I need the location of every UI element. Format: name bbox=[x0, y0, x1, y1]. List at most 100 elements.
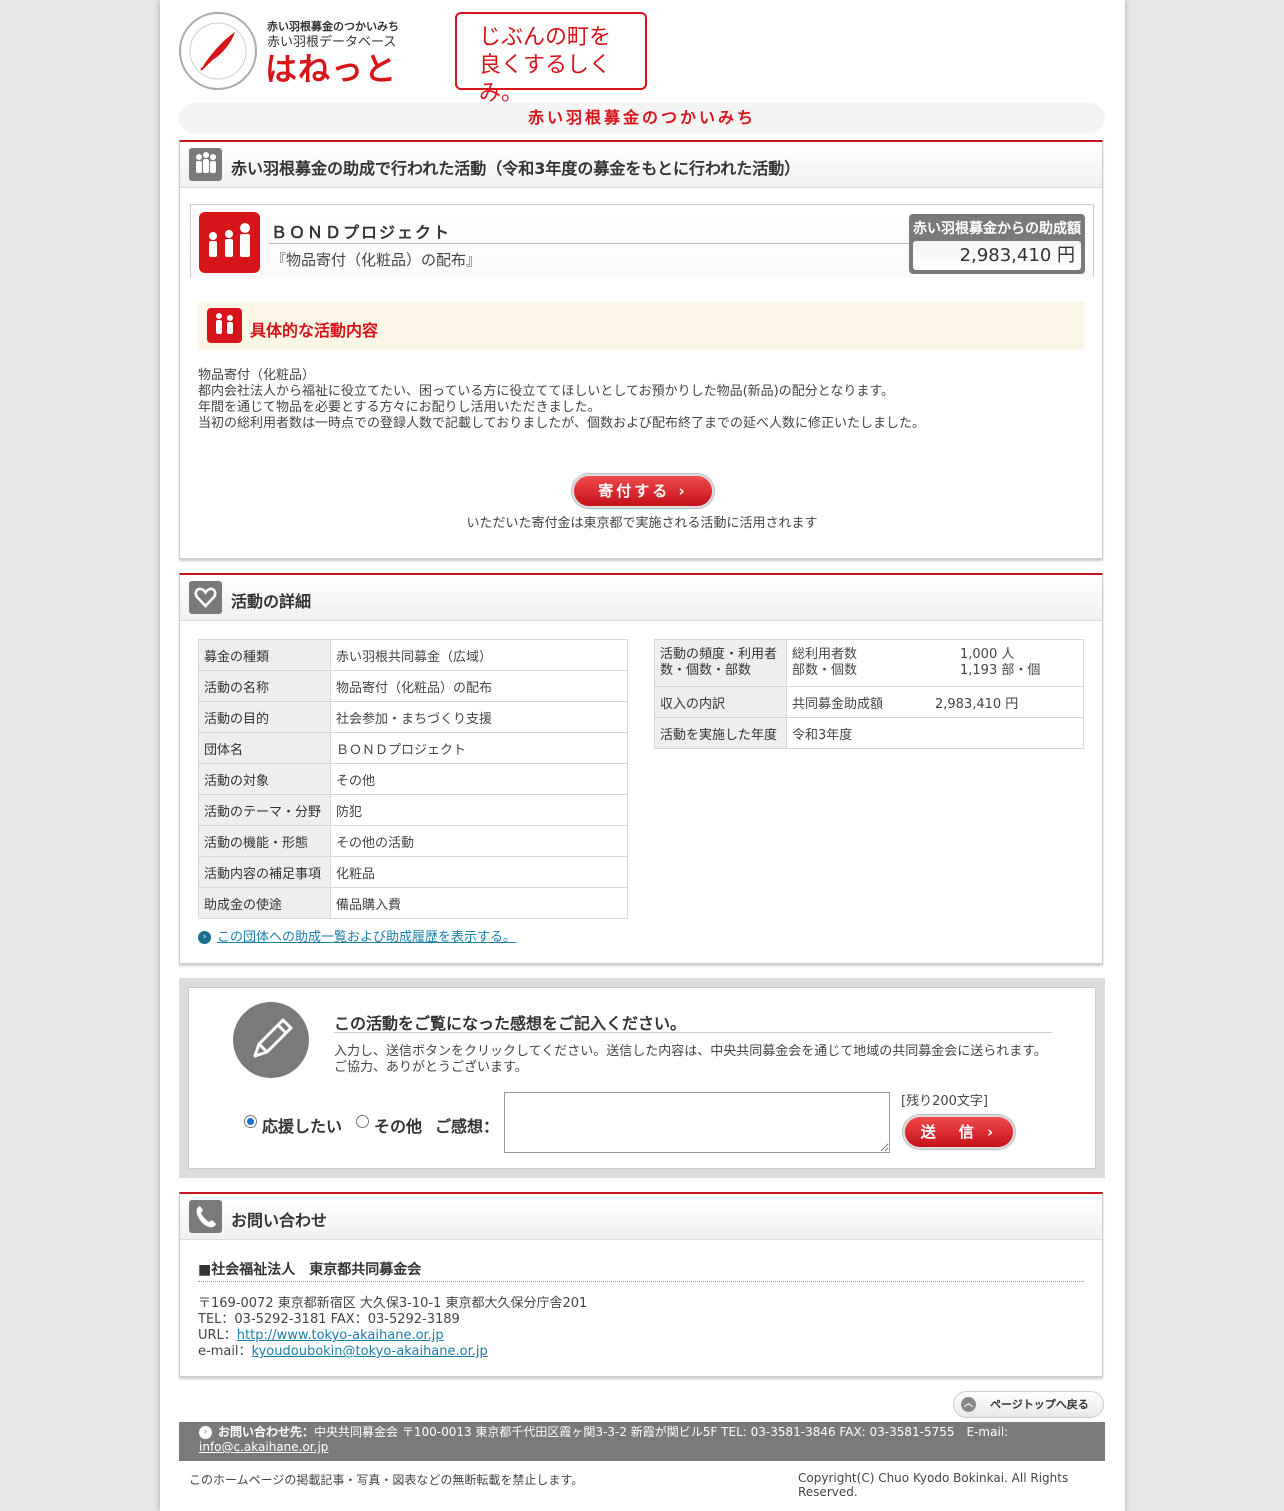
slogan-line-2: 良くするしくみ。 bbox=[479, 53, 612, 106]
footer-contact-label: お問い合わせ先： bbox=[218, 1425, 315, 1439]
chevron-up-icon: ︿ bbox=[961, 1397, 976, 1412]
chevron-right-icon: › bbox=[199, 1426, 212, 1439]
table-row: 団体名 ＢＯＮＤプロジェクト bbox=[198, 732, 628, 764]
row-key: 活動の対象 bbox=[198, 763, 331, 795]
row-value: 赤い羽根共同募金（広域） bbox=[330, 639, 628, 671]
footer-email-link[interactable]: info@c.akaihane.or.jp bbox=[199, 1440, 328, 1454]
feedback-form: この活動をご覧になった感想をご記入ください。 入力し、送信ボタンをクリックしてく… bbox=[188, 987, 1096, 1169]
organization-name: ■社会福祉法人 東京都共同募金会 bbox=[198, 1262, 422, 1278]
row-key: 活動を実施した年度 bbox=[654, 717, 787, 749]
copyright: Copyright(C) Chuo Kyodo Bokinkai. All Ri… bbox=[798, 1471, 1069, 1499]
table-row: 活動の頻度・利用者 数・個数・部数 総利用者数 1,000 人 部数・個数 1,19… bbox=[654, 639, 1084, 687]
table-row: 活動内容の補足事項 化粧品 bbox=[198, 856, 628, 888]
table-row: 活動の対象 その他 bbox=[198, 763, 628, 795]
table-row: 活動の名称 物品寄付（化粧品）の配布 bbox=[198, 670, 628, 702]
send-button[interactable]: 送 信 › bbox=[903, 1115, 1015, 1149]
donate-button-label: 寄付する bbox=[598, 482, 671, 500]
other-radio[interactable] bbox=[356, 1115, 369, 1128]
slogan-banner[interactable]: じぶんの町を 良くするしくみ。 bbox=[455, 12, 647, 106]
history-link[interactable]: この団体への助成一覧および助成履歴を表示する。 bbox=[217, 930, 516, 945]
row-key: 活動の機能・形態 bbox=[198, 825, 331, 857]
row-value: 社会参加・まちづくり支援 bbox=[330, 701, 628, 733]
history-link-row: › この団体への助成一覧および助成履歴を表示する。 bbox=[198, 926, 516, 945]
activity-section-header: 赤い羽根募金の助成で行われた活動（令和3年度の募金をもとに行われた活動） bbox=[180, 142, 1102, 188]
activity-content-title: 具体的な活動内容 bbox=[250, 321, 379, 340]
footer-contact-text: 中央共同募金会 〒100-0013 東京都千代田区霞ヶ関3-3-2 新霞が関ビル… bbox=[314, 1425, 1009, 1439]
income-label: 共同募金助成額 bbox=[792, 696, 884, 712]
donate-button[interactable]: 寄付する › bbox=[572, 474, 714, 508]
feedback-title: この活動をご覧になった感想をご記入ください。 bbox=[334, 1014, 687, 1033]
table-row: 活動の機能・形態 その他の活動 bbox=[198, 825, 628, 857]
users-value: 1,000 人 bbox=[960, 647, 1015, 662]
heart-icon bbox=[189, 581, 222, 614]
row-key: 団体名 bbox=[198, 732, 331, 764]
chevron-right-icon: › bbox=[678, 482, 688, 500]
row-value: その他 bbox=[330, 763, 628, 795]
items-value: 1,193 部・個 bbox=[960, 663, 1041, 678]
activity-stats-table: 活動の頻度・利用者 数・個数・部数 総利用者数 1,000 人 部数・個数 1,19… bbox=[654, 639, 1084, 749]
contact-section-title: お問い合わせ bbox=[231, 1211, 328, 1230]
walking-people-icon bbox=[207, 308, 242, 343]
activity-content-header: 具体的な活動内容 bbox=[198, 302, 1084, 350]
page-top-label: ページトップへ戻る bbox=[990, 1398, 1089, 1411]
details-section-title: 活動の詳細 bbox=[231, 592, 312, 611]
users-label: 総利用者数 bbox=[792, 647, 858, 662]
divider bbox=[198, 1281, 1084, 1282]
phone-icon bbox=[189, 1200, 222, 1233]
activity-section: 赤い羽根募金の助成で行われた活動（令和3年度の募金をもとに行われた活動） ＢＯＮ… bbox=[179, 140, 1103, 559]
table-row: 活動のテーマ・分野 防犯 bbox=[198, 794, 628, 826]
chevron-right-icon: › bbox=[987, 1123, 998, 1141]
divider bbox=[334, 1032, 1052, 1033]
feedback-thanks: ご協力、ありがとうございます。 bbox=[334, 1060, 528, 1075]
copy-notice: このホームページの掲載記事・写真・図表などの無断転載を禁止します。 bbox=[189, 1473, 584, 1487]
activity-description-line: 当初の総利用者数は一時点での登録人数で記載しておりましたが、個数および配布終了ま… bbox=[198, 416, 925, 431]
project-activity-name: 『物品寄付（化粧品）の配布』 bbox=[271, 251, 482, 269]
row-value: ＢＯＮＤプロジェクト bbox=[330, 732, 628, 764]
contact-section-header: お問い合わせ bbox=[180, 1194, 1102, 1240]
email-link[interactable]: kyoudoubokin@tokyo-akaihane.or.jp bbox=[252, 1344, 488, 1359]
contact-section: お問い合わせ ■社会福祉法人 東京都共同募金会 〒169-0072 東京都新宿区… bbox=[179, 1192, 1103, 1377]
items-label: 部数・個数 bbox=[792, 663, 858, 678]
row-key: 活動内容の補足事項 bbox=[198, 856, 331, 888]
section-banner: 赤い羽根募金のつかいみち bbox=[179, 103, 1105, 133]
row-key: 活動の目的 bbox=[198, 701, 331, 733]
row-value: 総利用者数 1,000 人 部数・個数 1,193 部・個 bbox=[786, 639, 1084, 687]
row-key: 活動の頻度・利用者 数・個数・部数 bbox=[654, 639, 787, 687]
table-row: 活動を実施した年度 令和3年度 bbox=[654, 717, 1084, 749]
project-name: ＢＯＮＤプロジェクト bbox=[271, 223, 452, 242]
email-row: e-mail：kyoudoubokin@tokyo-akaihane.or.jp bbox=[198, 1340, 488, 1359]
row-key: 活動のテーマ・分野 bbox=[198, 794, 331, 826]
details-section: 活動の詳細 募金の種類 赤い羽根共同募金（広域） 活動の名称 物品寄付（化粧品）の配… bbox=[179, 573, 1103, 964]
row-key: 収入の内訳 bbox=[654, 686, 787, 718]
feather-logo-icon[interactable] bbox=[179, 12, 257, 90]
slogan-line-1: じぶんの町を bbox=[479, 25, 612, 50]
grant-amount: 2,983,410 円 bbox=[913, 241, 1081, 270]
children-icon bbox=[199, 212, 260, 273]
grant-amount-box: 赤い羽根募金からの助成額 2,983,410 円 bbox=[909, 214, 1085, 274]
table-row: 収入の内訳 共同募金助成額 2,983,410 円 bbox=[654, 686, 1084, 718]
divider bbox=[269, 243, 909, 244]
donate-note: いただいた寄付金は東京都で実施される活動に活用されます bbox=[466, 516, 818, 531]
comment-textarea[interactable] bbox=[504, 1092, 890, 1153]
remaining-chars: [残り200文字] bbox=[901, 1094, 988, 1109]
row-value: 令和3年度 bbox=[786, 717, 1084, 749]
project-box: ＢＯＮＤプロジェクト 『物品寄付（化粧品）の配布』 赤い羽根募金からの助成額 2… bbox=[190, 204, 1094, 278]
table-row: 活動の目的 社会参加・まちづくり支援 bbox=[198, 701, 628, 733]
grant-label: 赤い羽根募金からの助成額 bbox=[913, 221, 1081, 237]
row-value: その他の活動 bbox=[330, 825, 628, 857]
chevron-right-icon: › bbox=[198, 931, 211, 944]
support-radio[interactable] bbox=[244, 1115, 257, 1128]
row-value: 物品寄付（化粧品）の配布 bbox=[330, 670, 628, 702]
logo-wordmark[interactable]: はねっと bbox=[265, 44, 397, 90]
other-radio-label[interactable]: その他 bbox=[374, 1113, 422, 1137]
row-key: 活動の名称 bbox=[198, 670, 331, 702]
support-radio-label[interactable]: 応援したい bbox=[262, 1113, 342, 1137]
row-key-line: 数・個数・部数 bbox=[660, 663, 752, 678]
send-button-label: 送 信 bbox=[920, 1123, 978, 1141]
row-value: 防犯 bbox=[330, 794, 628, 826]
table-row: 助成金の使途 備品購入費 bbox=[198, 887, 628, 919]
comment-label: ご感想： bbox=[435, 1117, 500, 1136]
feedback-panel: この活動をご覧になった感想をご記入ください。 入力し、送信ボタンをクリックしてく… bbox=[179, 978, 1105, 1178]
page-top-button[interactable]: ︿ ページトップへ戻る bbox=[953, 1391, 1104, 1418]
row-key-line: 活動の頻度・利用者 bbox=[660, 647, 778, 662]
